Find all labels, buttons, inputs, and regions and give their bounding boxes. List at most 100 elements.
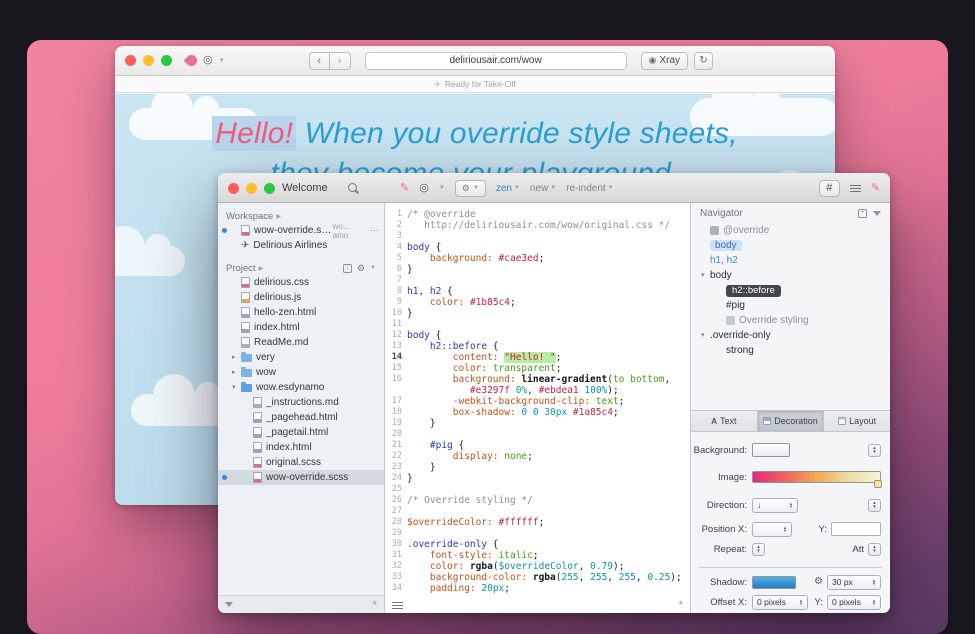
navigator-item[interactable]: #pig	[691, 298, 890, 313]
code-line[interactable]: 24}	[385, 473, 690, 484]
code-line[interactable]: 7	[385, 275, 690, 286]
offset-x-dropdown[interactable]: 0 pixels ▲▼	[752, 595, 808, 610]
refresh-button[interactable]: ↻	[694, 52, 713, 70]
forward-button[interactable]: ›	[330, 52, 351, 70]
file-item[interactable]: index.html	[218, 320, 384, 335]
disclosure-icon[interactable]: ▸	[232, 354, 241, 361]
code-line[interactable]: #e3297f 0%, #ebdea1 100%);	[385, 385, 690, 396]
code-line[interactable]: 5 background: #cae3ed;	[385, 253, 690, 264]
add-icon[interactable]: +	[858, 209, 867, 218]
file-item[interactable]: ▸wow	[218, 365, 384, 380]
tab-layout[interactable]: Layout	[824, 411, 890, 431]
file-item[interactable]: delirious.css	[218, 275, 384, 290]
disclosure-icon[interactable]: ▾	[701, 272, 710, 279]
minimize-button[interactable]	[246, 183, 257, 194]
file-item[interactable]: ▾wow.esdynamo	[218, 380, 384, 395]
hash-navigator-button[interactable]: #	[819, 180, 840, 197]
code-line[interactable]: 27	[385, 506, 690, 517]
background-color-well[interactable]	[752, 443, 790, 457]
chevron-down-icon[interactable]: ▼	[370, 265, 376, 271]
attachment-stepper[interactable]: ▲▼	[868, 543, 881, 556]
code-line[interactable]: 32 color: rgba($overrideColor, 0.79);	[385, 561, 690, 572]
code-line[interactable]: 31 font-style: italic;	[385, 550, 690, 561]
disclosure-icon[interactable]: ▸	[232, 369, 241, 376]
back-button[interactable]: ‹	[309, 52, 330, 70]
gradient-handle[interactable]	[874, 480, 882, 488]
code-line[interactable]: 20	[385, 429, 690, 440]
code-line[interactable]: 33 background-color: rgba(255, 255, 255,…	[385, 572, 690, 583]
navigator-item[interactable]: @override	[691, 223, 890, 238]
gear-icon[interactable]: ⚙	[357, 264, 365, 273]
more-icon[interactable]: ⋯	[370, 225, 379, 236]
xray-button[interactable]: ◉ Xray	[641, 52, 688, 70]
code-line[interactable]: 19 }	[385, 418, 690, 429]
position-x-dropdown[interactable]: ▲▼	[752, 522, 792, 537]
tab-decoration[interactable]: Decoration	[758, 411, 825, 431]
code-line[interactable]: 4body {	[385, 242, 690, 253]
file-item[interactable]: ▸very	[218, 350, 384, 365]
disclosure-icon[interactable]: ▾	[232, 384, 241, 391]
code-line[interactable]: 23 }	[385, 462, 690, 473]
background-stepper[interactable]: ▲▼	[868, 444, 881, 457]
navigator-item[interactable]: body	[691, 238, 890, 253]
direction-dropdown[interactable]: ↓ ▲▼	[752, 498, 798, 513]
code-line[interactable]: 10}	[385, 308, 690, 319]
navigator-item[interactable]: strong	[691, 343, 890, 358]
direction-stepper[interactable]: ▲▼	[868, 499, 881, 512]
actions-gear-button[interactable]: ⚙ ▼	[455, 180, 486, 197]
shadow-color-well[interactable]	[752, 576, 796, 589]
publish-icon[interactable]: ↓	[343, 264, 352, 273]
navigator-item[interactable]: Override styling	[691, 313, 890, 328]
code-line[interactable]: 12body {	[385, 330, 690, 341]
code-line[interactable]: 11	[385, 319, 690, 330]
url-field[interactable]: deliriousair.com/wow	[365, 52, 627, 70]
code-line[interactable]: 9 color: #1b85c4;	[385, 297, 690, 308]
filter-icon[interactable]	[873, 211, 881, 216]
code-editor[interactable]: 1/* @override2 http://deliriousair.com/w…	[385, 203, 690, 613]
project-header[interactable]: Project ▶ ↓ ⚙ ▼	[218, 261, 384, 275]
code-line[interactable]: 15 color: transparent;	[385, 363, 690, 374]
code-line[interactable]: 25	[385, 484, 690, 495]
file-item[interactable]: _pagetail.html	[218, 425, 384, 440]
code-line[interactable]: 6}	[385, 264, 690, 275]
code-line[interactable]: 14 content: "Hello! ";	[385, 352, 690, 363]
search-icon[interactable]	[348, 183, 359, 194]
code-line[interactable]: 3	[385, 231, 690, 242]
zoom-button[interactable]	[161, 55, 172, 66]
navigator-item[interactable]: ▾.override-only	[691, 328, 890, 343]
file-item[interactable]: _instructions.md	[218, 395, 384, 410]
asterisk-icon[interactable]: *	[372, 599, 377, 611]
tab-text[interactable]: A Text	[691, 411, 758, 431]
navigator-item[interactable]: ▾body	[691, 268, 890, 283]
brush-icon[interactable]: ✎	[400, 183, 409, 194]
file-item[interactable]: wow-override.scss	[218, 470, 384, 485]
code-line[interactable]: 16 background: linear-gradient(to bottom…	[385, 374, 690, 385]
minimize-button[interactable]	[143, 55, 154, 66]
target-icon[interactable]: ◎	[419, 183, 429, 194]
file-item[interactable]: ReadMe.md	[218, 335, 384, 350]
editor-titlebar[interactable]: Welcome ✎ ◎ ▼ ⚙ ▼ zen▼ new▼ re-indent▼	[218, 173, 890, 203]
chevron-down-icon[interactable]: ▼	[219, 58, 225, 64]
shadow-size-dropdown[interactable]: 30 px ▲▼	[827, 575, 881, 590]
code-line[interactable]: 17 -webkit-background-clip: text;	[385, 396, 690, 407]
action-zen[interactable]: zen▼	[496, 183, 520, 194]
navigator-item[interactable]: h2::before	[691, 283, 890, 298]
close-button[interactable]	[125, 55, 136, 66]
code-line[interactable]: 2 http://deliriousair.com/wow/original.c…	[385, 220, 690, 231]
target-icon[interactable]: ◎	[203, 55, 213, 66]
filter-icon[interactable]	[225, 602, 233, 607]
code-line[interactable]: 30.override-only {	[385, 539, 690, 550]
file-item[interactable]: original.scss	[218, 455, 384, 470]
shadow-options-icon[interactable]: ⚙	[814, 577, 823, 587]
rocket-icon[interactable]	[184, 53, 200, 69]
code-line[interactable]: 28$overrideColor: #ffffff;	[385, 517, 690, 528]
file-item[interactable]: hello-zen.html	[218, 305, 384, 320]
file-item[interactable]: delirious.js	[218, 290, 384, 305]
zoom-button[interactable]	[264, 183, 275, 194]
disclosure-icon[interactable]: ▾	[701, 332, 710, 339]
repeat-stepper[interactable]: ▲▼	[752, 543, 765, 556]
navigator-item[interactable]: h1, h2	[691, 253, 890, 268]
code-line[interactable]: 34 padding: 20px;	[385, 583, 690, 594]
code-line[interactable]: 18 box-shadow: 0 0 30px #1a85c4;	[385, 407, 690, 418]
position-y-field[interactable]	[831, 522, 881, 536]
